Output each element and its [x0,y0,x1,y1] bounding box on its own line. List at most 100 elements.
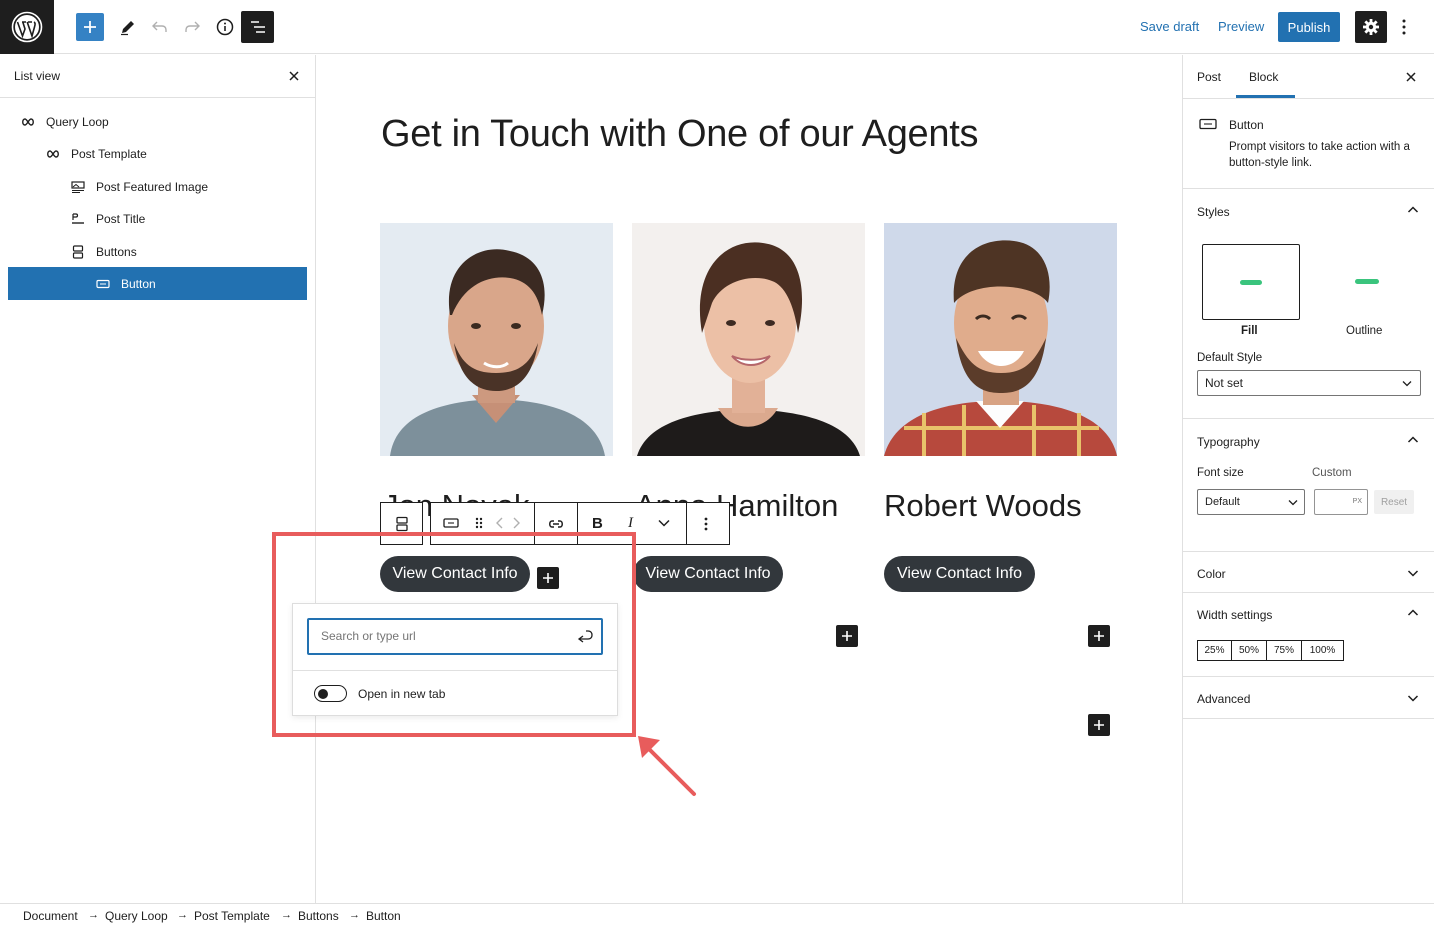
save-draft-button[interactable]: Save draft [1140,19,1199,34]
list-item-post-template[interactable]: Post Template [45,138,147,170]
annotation-arrow-icon [638,736,696,796]
list-view-title: List view [14,69,61,83]
annotation-highlight-box [272,532,636,737]
advanced-heading[interactable]: Advanced [1197,692,1250,706]
style-outline-label[interactable]: Outline [1346,325,1382,337]
settings-gear-icon[interactable] [1355,11,1387,43]
breadcrumb-buttons[interactable]: Buttons [298,909,339,923]
chevron-down-icon[interactable] [1407,567,1419,579]
settings-sidebar: Post Block Button Prompt visitors to tak… [1182,55,1434,903]
agent-name-3[interactable]: Robert Woods [884,488,1082,524]
add-block-icon[interactable] [76,13,104,41]
redo-icon[interactable] [177,12,207,42]
view-contact-button-3[interactable]: View Contact Info [884,556,1035,592]
chevron-up-icon[interactable] [1407,434,1419,446]
typography-panel: Typography Font size Custom Default PX R… [1183,418,1434,551]
italic-icon[interactable]: I [628,515,633,532]
more-options-icon[interactable] [1389,12,1419,42]
typography-heading[interactable]: Typography [1197,435,1260,449]
editor-canvas: Get in Touch with One of our Agents Anna… [317,55,1181,903]
close-icon[interactable] [288,70,300,82]
font-size-select[interactable]: Default [1197,489,1305,515]
arrow-right-icon: → [88,909,99,921]
width-settings-heading[interactable]: Width settings [1197,608,1272,622]
loop-icon [45,146,61,162]
publish-button[interactable]: Publish [1278,12,1340,42]
width-100-button[interactable]: 100% [1301,640,1344,661]
width-75-button[interactable]: 75% [1266,640,1302,661]
button-icon[interactable] [443,517,459,529]
arrow-right-icon: → [349,909,360,921]
chevron-down-icon [1288,500,1298,506]
breadcrumb-query-loop[interactable]: Query Loop [105,909,168,923]
close-icon[interactable] [1405,71,1417,83]
add-block-plus-icon[interactable] [1088,625,1110,647]
tab-post[interactable]: Post [1197,70,1221,84]
featured-image-icon [70,179,86,195]
agent-photo-anna[interactable] [632,223,865,456]
list-item-query-loop[interactable]: Query Loop [20,106,109,138]
width-50-button[interactable]: 50% [1231,640,1267,661]
view-contact-button-2[interactable]: View Contact Info [633,556,783,592]
wordpress-logo-icon[interactable] [0,0,54,54]
breadcrumb-document[interactable]: Document [23,909,78,923]
list-item-button-selected[interactable]: Button [8,267,307,300]
color-panel: Color [1183,551,1434,592]
breadcrumb-post-template[interactable]: Post Template [194,909,270,923]
list-item-post-title[interactable]: Post Title [70,203,145,235]
more-options-icon[interactable] [704,517,708,531]
pencil-tools-icon[interactable] [113,12,143,42]
preview-button[interactable]: Preview [1218,19,1264,34]
button-icon [1199,118,1217,130]
list-item-post-featured-image[interactable]: Post Featured Image [70,171,208,203]
info-icon[interactable] [210,12,240,42]
move-left-icon[interactable] [495,517,505,529]
add-block-plus-icon[interactable] [1088,714,1110,736]
advanced-panel: Advanced [1183,676,1434,719]
block-card-title: Button [1229,118,1264,132]
list-view-icon[interactable] [241,11,274,43]
undo-icon[interactable] [145,12,175,42]
agent-photo-jon[interactable] [380,223,613,456]
list-view-panel: List view Query Loop Post Template Post … [0,55,316,903]
tab-block[interactable]: Block [1249,70,1278,84]
font-size-label: Font size [1197,467,1244,479]
arrow-right-icon: → [177,909,188,921]
drag-handle-icon[interactable] [474,517,484,529]
agent-photo-robert[interactable] [884,223,1117,456]
color-heading[interactable]: Color [1197,567,1226,581]
chevron-up-icon[interactable] [1407,607,1419,619]
loop-icon [20,114,36,130]
top-toolbar: Save draft Preview Publish [0,0,1434,54]
styles-panel: Styles Fill Outline Default Style Not se… [1183,188,1434,418]
list-item-buttons[interactable]: Buttons [70,236,137,268]
chevron-down-icon[interactable] [1407,692,1419,704]
width-settings-panel: Width settings [1183,592,1434,676]
buttons-icon [70,244,86,260]
chevron-down-icon [1402,381,1412,387]
page-title[interactable]: Get in Touch with One of our Agents [381,113,978,156]
style-outline-preview[interactable] [1355,279,1379,284]
default-style-label: Default Style [1197,352,1263,364]
chevron-down-icon[interactable] [658,519,670,527]
reset-button[interactable]: Reset [1374,490,1414,514]
toolbar-divider [686,503,687,544]
styles-heading[interactable]: Styles [1197,205,1230,219]
arrow-right-icon: → [281,909,292,921]
width-25-button[interactable]: 25% [1197,640,1232,661]
style-fill-preview[interactable] [1202,244,1300,320]
block-card: Button Prompt visitors to take action wi… [1183,98,1434,188]
default-style-select[interactable]: Not set [1197,370,1421,396]
custom-size-input[interactable]: PX [1314,489,1368,515]
button-icon [95,276,111,292]
chevron-up-icon[interactable] [1407,204,1419,216]
add-block-plus-icon[interactable] [836,625,858,647]
breadcrumb-button: Button [366,909,401,923]
bold-icon[interactable]: B [592,515,603,532]
move-right-icon[interactable] [511,517,521,529]
block-card-description: Prompt visitors to take action with a bu… [1229,141,1410,169]
list-view-header: List view [0,55,315,98]
title-icon [70,211,86,227]
style-fill-label[interactable]: Fill [1241,325,1258,337]
block-breadcrumb: Document → Query Loop → Post Template → … [0,903,1434,925]
